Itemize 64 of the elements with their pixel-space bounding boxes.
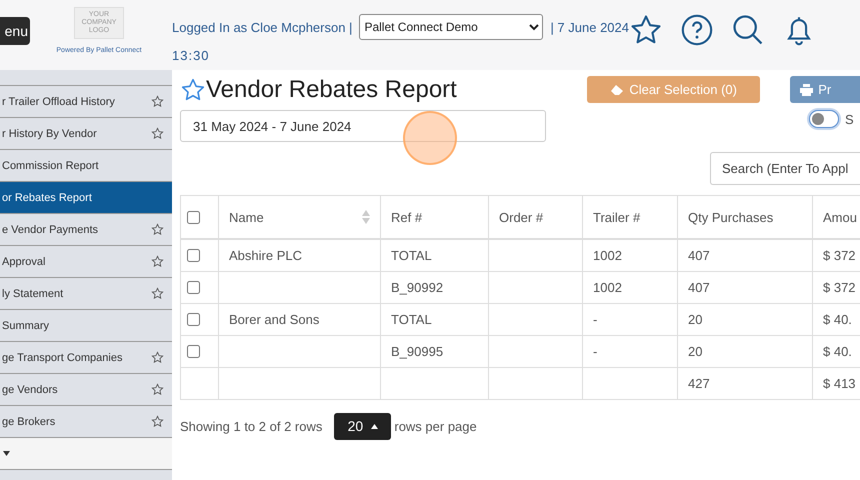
column-header[interactable]: Ref #: [380, 196, 488, 239]
star-icon[interactable]: [151, 383, 164, 396]
sidebar-item[interactable]: ge Transport Companies: [0, 342, 172, 374]
eraser-icon: [610, 84, 624, 96]
date-text: | 7 June 2024: [550, 20, 629, 34]
row-checkbox[interactable]: [187, 344, 200, 358]
star-icon[interactable]: [151, 287, 164, 300]
table-cell: -: [582, 303, 678, 335]
sidebar-item[interactable]: ly Statement: [0, 278, 172, 310]
star-icon[interactable]: [151, 223, 164, 236]
date-range-field[interactable]: 31 May 2024 - 7 June 2024: [180, 110, 546, 142]
search-icon[interactable]: [731, 13, 765, 47]
row-checkbox[interactable]: [187, 248, 200, 262]
menu-button[interactable]: enu: [0, 17, 30, 45]
sidebar-item[interactable]: Summary: [0, 310, 172, 342]
printer-icon: [800, 84, 814, 96]
sidebar-item[interactable]: ge Vendors: [0, 374, 172, 406]
sidebar-item[interactable]: or Rebates Report: [0, 182, 172, 214]
star-icon[interactable]: [151, 351, 164, 364]
cursor-highlight: [403, 111, 457, 165]
table-cell: TOTAL: [380, 303, 488, 335]
table-cell: -: [582, 335, 678, 367]
table-cell: 1002: [582, 239, 678, 271]
rows-per-page-text: rows per page: [394, 418, 477, 434]
time-text: 13:30: [172, 48, 211, 63]
row-checkbox[interactable]: [187, 280, 200, 294]
star-icon[interactable]: [151, 255, 164, 268]
caret-icon[interactable]: [3, 451, 10, 456]
table-cell: 407: [678, 271, 812, 303]
table-cell: 427: [678, 367, 812, 399]
sidebar-item[interactable]: r Trailer Offload History: [0, 86, 172, 118]
logged-in-text: Logged In as Cloe Mcpherson |: [172, 20, 352, 34]
select-all-checkbox[interactable]: [187, 210, 200, 224]
search-field[interactable]: Search (Enter To Appl: [710, 152, 860, 185]
sidebar-item[interactable]: e Vendor Payments: [0, 214, 172, 246]
table-cell: 1002: [582, 271, 678, 303]
table-cell: B_90992: [380, 271, 488, 303]
help-icon[interactable]: [680, 13, 714, 47]
sidebar-item[interactable]: r History By Vendor: [0, 118, 172, 150]
column-header[interactable]: Order #: [488, 196, 582, 239]
caret-icon: [371, 424, 378, 428]
table-cell: B_90995: [380, 335, 488, 367]
column-header[interactable]: Trailer #: [582, 196, 678, 239]
toggle-switch[interactable]: [809, 110, 839, 128]
table-cell: 20: [678, 335, 812, 367]
table-cell: 407: [678, 239, 812, 271]
star-icon[interactable]: [151, 127, 164, 140]
column-header[interactable]: Qty Purchases: [678, 196, 812, 239]
table-cell: Abshire PLC: [218, 239, 380, 271]
sidebar-item[interactable]: Approval: [0, 246, 172, 278]
company-select[interactable]: Pallet Connect Demo: [359, 14, 544, 40]
column-header[interactable]: Amou: [812, 196, 860, 239]
page-size-button[interactable]: 20: [334, 412, 392, 440]
star-icon[interactable]: [151, 415, 164, 428]
showing-text: Showing 1 to 2 of 2 rows: [180, 418, 322, 434]
table-cell: TOTAL: [380, 239, 488, 271]
star-icon[interactable]: [180, 77, 206, 103]
page-title: Vendor Rebates Report: [206, 76, 457, 104]
toggle-label: S: [845, 112, 854, 126]
row-checkbox[interactable]: [187, 312, 200, 326]
table-cell: Borer and Sons: [218, 303, 380, 335]
column-header[interactable]: Name: [218, 196, 380, 239]
star-icon[interactable]: [151, 95, 164, 108]
table-cell: 20: [678, 303, 812, 335]
